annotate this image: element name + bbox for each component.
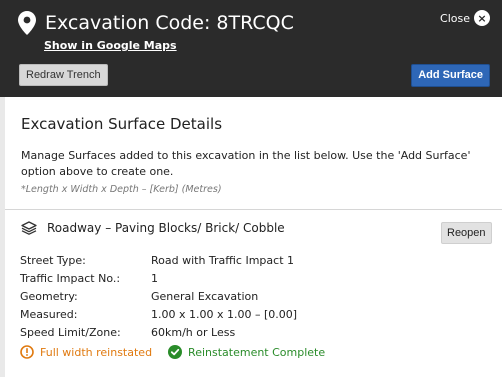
detail-row: Geometry: General Excavation [20,287,297,305]
status-reinstatement-complete: Reinstatement Complete [168,345,325,359]
detail-label: Speed Limit/Zone: [20,325,121,339]
redraw-trench-button[interactable]: Redraw Trench [19,64,108,86]
detail-value: 1 [151,271,158,285]
close-button[interactable]: Close × [440,9,490,27]
close-icon: × [474,10,490,26]
close-label: Close [440,11,470,25]
page-title: Excavation Code: 8TRCQC [45,12,294,34]
map-pin-icon [18,11,36,35]
status-list: Full width reinstated Reinstatement Comp… [20,345,325,359]
detail-value: 1.00 x 1.00 x 1.00 – [0.00] [151,307,298,321]
section-title: Excavation Surface Details [21,115,223,133]
divider [5,209,502,210]
detail-row: Measured: 1.00 x 1.00 x 1.00 – [0.00] [20,305,297,323]
status-text: Reinstatement Complete [188,345,326,359]
reopen-button[interactable]: Reopen [441,222,492,244]
surface-details-panel: Excavation Surface Details Manage Surfac… [5,97,502,377]
detail-value: Road with Traffic Impact 1 [151,253,295,267]
detail-row: Traffic Impact No.: 1 [20,269,297,287]
section-description: Manage Surfaces added to this excavation… [21,149,471,178]
detail-label: Measured: [20,307,78,321]
surface-details-list: Street Type: Road with Traffic Impact 1 … [20,251,297,341]
check-circle-icon [168,345,183,359]
detail-row: Speed Limit/Zone: 60km/h or Less [20,323,297,341]
detail-label: Traffic Impact No.: [20,271,121,285]
add-surface-button[interactable]: Add Surface [411,64,490,87]
dimensions-note: *Length x Width x Depth – [Kerb] (Metres… [21,184,222,195]
detail-row: Street Type: Road with Traffic Impact 1 [20,251,297,269]
status-full-width-reinstated: Full width reinstated [20,345,152,359]
layers-icon [21,221,37,235]
detail-label: Street Type: [20,253,86,267]
surface-name: Roadway – Paving Blocks/ Brick/ Cobble [47,221,285,235]
detail-label: Geometry: [20,289,78,303]
warning-circle-icon [20,345,34,359]
popup-header: Excavation Code: 8TRCQC Show in Google M… [0,0,502,97]
show-in-google-maps-link[interactable]: Show in Google Maps [44,39,177,52]
detail-value: 60km/h or Less [151,325,236,339]
status-text: Full width reinstated [40,345,153,359]
detail-value: General Excavation [151,289,259,303]
